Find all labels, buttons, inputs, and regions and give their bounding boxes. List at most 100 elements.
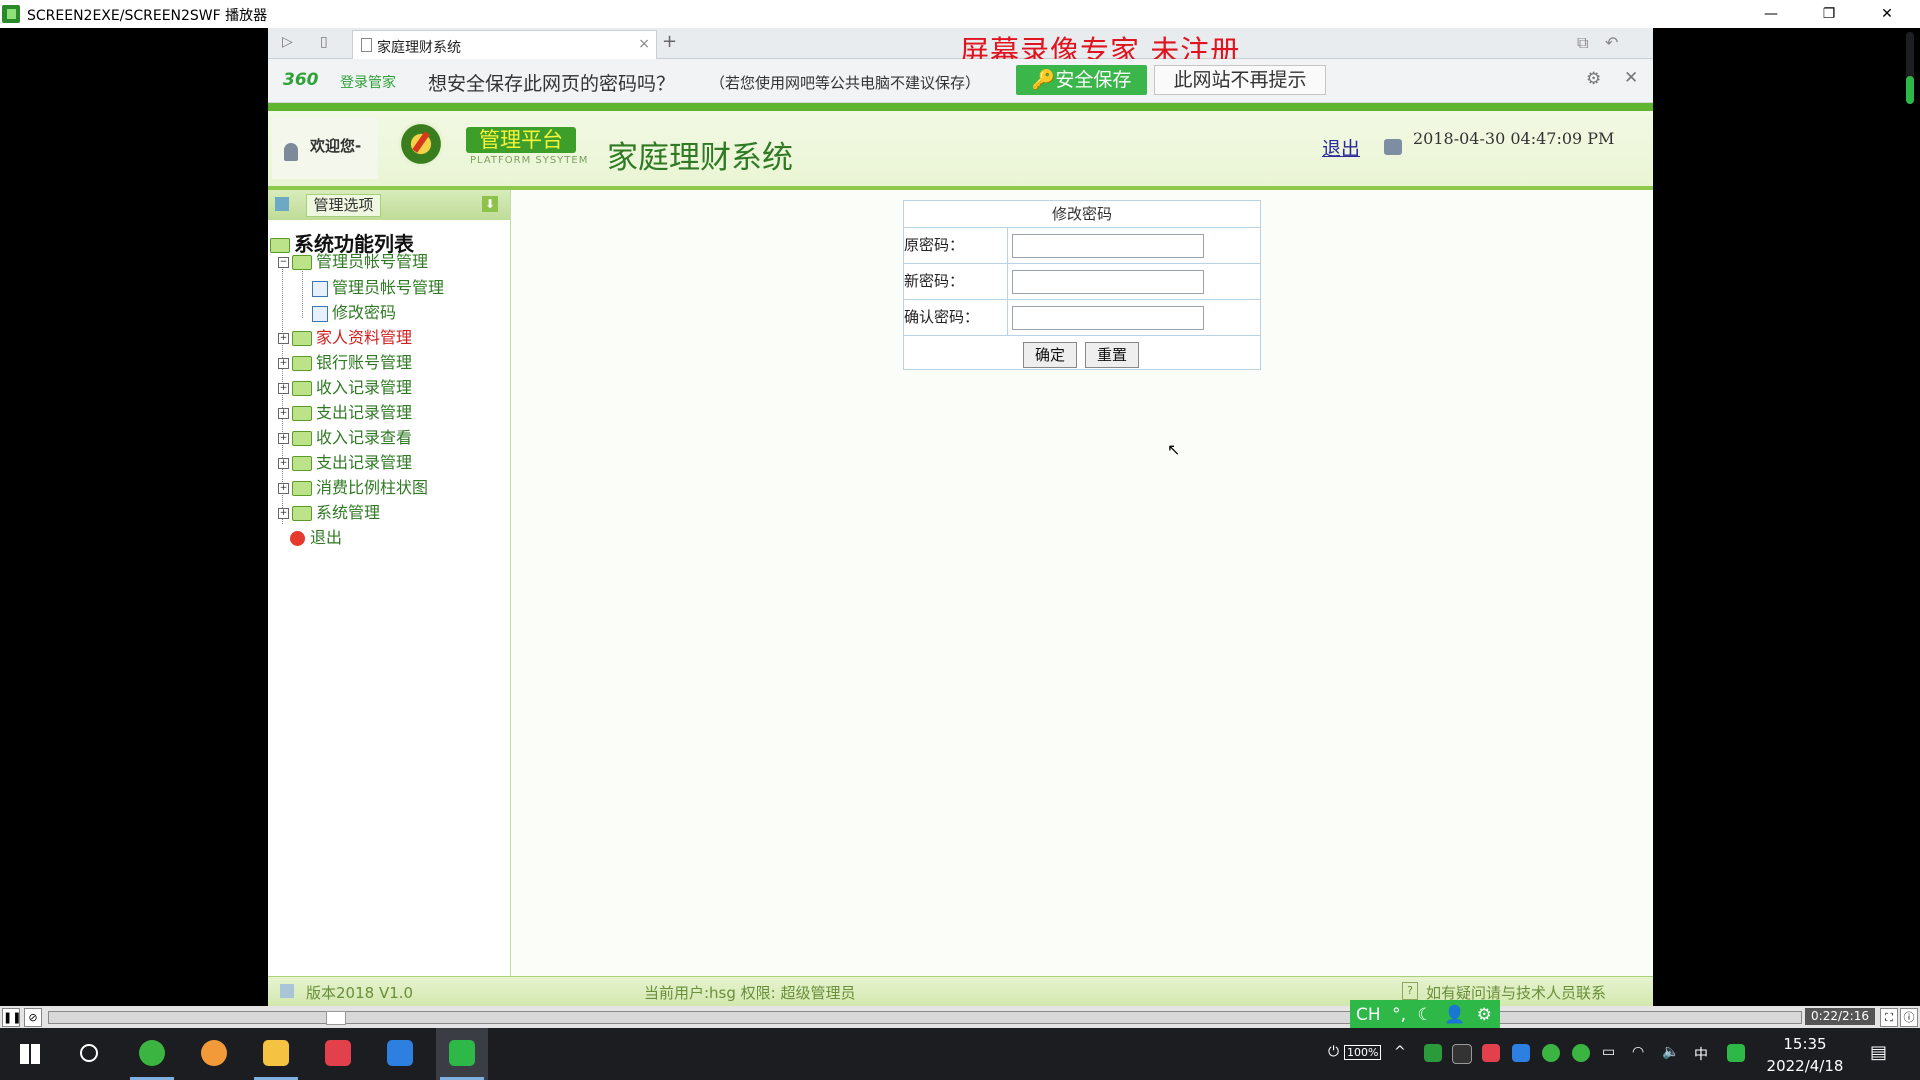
welcome-text: 欢迎您- — [310, 137, 362, 155]
form-buttons: 确定 重置 — [904, 336, 1260, 371]
sidebar-group-family[interactable]: + 家人资料管理 — [278, 324, 412, 348]
expand-icon[interactable]: + — [278, 508, 289, 519]
sidebar-item-admin-accounts[interactable]: 管理员帐号管理 — [312, 274, 444, 298]
sidebar-group-bank[interactable]: + 银行账号管理 — [278, 349, 412, 373]
sidebar-group-admin[interactable]: − 管理员帐号管理 — [278, 248, 428, 272]
taskbar-360-browser[interactable] — [126, 1028, 178, 1080]
sidebar-group-expense[interactable]: + 支出记录管理 — [278, 399, 412, 423]
sidebar-item-exit[interactable]: 退出 — [290, 524, 342, 548]
ime-toolbar[interactable]: CH °, ☾ 👤 ⚙ — [1350, 1000, 1500, 1030]
fit-screen-icon[interactable]: ⛶ — [1880, 1008, 1898, 1027]
options-icon — [275, 197, 289, 211]
sidebar-group-income-view[interactable]: + 收入记录查看 — [278, 424, 412, 448]
header-datetime: 2018-04-30 04:47:09 PM — [1413, 129, 1615, 148]
battery-icon[interactable]: ▭ — [1602, 1044, 1615, 1060]
power-icon — [290, 531, 305, 546]
safe-save-button[interactable]: 🔑安全保存 — [1016, 65, 1147, 95]
wifi-icon[interactable]: ◠ — [1632, 1044, 1644, 1060]
password-save-bar: 360 登录管家 想安全保存此网页的密码吗？ （若您使用网吧等公共电脑不建议保存… — [268, 59, 1653, 103]
user-icon[interactable]: 👤 — [1444, 1005, 1465, 1025]
plug-icon: ⏻ — [1328, 1044, 1340, 1060]
punctuation-icon[interactable]: °, — [1392, 1005, 1406, 1025]
taskbar-app-orange[interactable] — [188, 1028, 240, 1080]
taskbar-clock[interactable]: 15:35 2022/4/18 — [1760, 1033, 1850, 1077]
clock-date: 2022/4/18 — [1766, 1057, 1844, 1075]
seek-bar[interactable] — [48, 1011, 1802, 1025]
confirm-button[interactable]: 确定 — [1023, 342, 1077, 368]
browser-tab[interactable]: 家庭理财系统 × — [352, 30, 657, 59]
sogou-icon[interactable] — [1727, 1044, 1745, 1062]
ime-indicator[interactable]: 中 — [1694, 1044, 1708, 1064]
minimize-button[interactable]: — — [1748, 2, 1794, 26]
ime-lang[interactable]: CH — [1356, 1005, 1381, 1025]
current-user-text: 当前用户:hsg 权限: 超级管理员 — [644, 984, 856, 1002]
close-bar-icon[interactable]: ✕ — [1624, 68, 1638, 88]
sidebar-group-chart[interactable]: + 消费比例柱状图 — [278, 474, 428, 498]
sidebar-item-change-password[interactable]: 修改密码 — [312, 299, 396, 323]
expand-icon[interactable]: + — [278, 358, 289, 369]
player-scroll-indicator[interactable] — [1906, 32, 1914, 104]
taskbar-app-blue[interactable] — [374, 1028, 426, 1080]
info-icon[interactable]: ⓘ — [1900, 1008, 1918, 1027]
logout-link[interactable]: 退出 — [1322, 134, 1360, 161]
battery-indicator[interactable]: 100% — [1344, 1045, 1382, 1060]
options-label[interactable]: 管理选项 — [306, 194, 381, 217]
change-password-form: 修改密码 原密码： 新密码： 确认密码： 确定 重置 — [903, 200, 1261, 370]
expand-icon[interactable]: + — [278, 333, 289, 344]
stop-icon[interactable]: ⊘ — [24, 1008, 42, 1027]
show-hidden-icon[interactable]: ^ — [1394, 1044, 1406, 1060]
settings-gear-icon[interactable]: ⚙ — [1586, 69, 1601, 89]
system-title: 家庭理财系统 — [607, 140, 793, 176]
old-password-input[interactable] — [1012, 234, 1204, 258]
sidebar-group-income[interactable]: + 收入记录管理 — [278, 374, 412, 398]
start-button[interactable] — [4, 1028, 56, 1080]
close-button[interactable]: ✕ — [1864, 2, 1910, 26]
bookmark-icon[interactable]: ▯ — [320, 34, 328, 50]
moon-icon[interactable]: ☾ — [1417, 1005, 1432, 1025]
folder-icon — [263, 1040, 289, 1066]
search-button[interactable] — [62, 1028, 114, 1080]
pause-icon[interactable]: ❚❚ — [2, 1008, 21, 1027]
player-app-icon — [449, 1040, 475, 1066]
undo-icon[interactable]: ↶ — [1605, 33, 1618, 52]
volume-icon[interactable]: 🔈 — [1662, 1044, 1679, 1060]
new-password-input[interactable] — [1012, 270, 1204, 294]
taskbar-file-explorer[interactable] — [250, 1028, 302, 1080]
tray-app-icon[interactable] — [1424, 1044, 1442, 1062]
save-password-hint: （若您使用网吧等公共电脑不建议保存） — [710, 74, 981, 92]
taskbar-screen-player[interactable] — [436, 1028, 488, 1080]
never-prompt-button[interactable]: 此网站不再提示 — [1154, 65, 1326, 95]
restore-tab-icon[interactable]: ⧉ — [1577, 33, 1588, 53]
sidebar-toggle-icon[interactable]: ▷ — [282, 34, 293, 50]
confirm-password-input[interactable] — [1012, 306, 1204, 330]
sidebar-group-label: 管理员帐号管理 — [316, 252, 429, 271]
taskbar-app-red[interactable] — [312, 1028, 364, 1080]
collapse-icon[interactable]: − — [278, 257, 289, 268]
expand-icon[interactable]: + — [278, 433, 289, 444]
seek-thumb[interactable] — [326, 1011, 347, 1025]
wechat-icon[interactable] — [1542, 1044, 1560, 1062]
player-titlebar: SCREEN2EXE/SCREEN2SWF 播放器 — ❐ ✕ — [0, 0, 1920, 28]
collapse-arrow-icon[interactable]: ⬇ — [482, 196, 498, 212]
tab-close-icon[interactable]: × — [638, 36, 650, 52]
reset-button[interactable]: 重置 — [1085, 342, 1139, 368]
sidebar-item-label: 退出 — [310, 528, 343, 547]
platform-badge: 管理平台 — [466, 127, 576, 153]
qq-icon[interactable] — [1452, 1044, 1472, 1064]
expand-icon[interactable]: + — [278, 383, 289, 394]
tray-blue-icon[interactable] — [1512, 1044, 1530, 1062]
sidebar-group-label: 收入记录查看 — [316, 428, 413, 447]
settings-icon[interactable]: ⚙ — [1477, 1005, 1492, 1025]
tray-red-icon[interactable] — [1482, 1044, 1500, 1062]
sidebar-group-system[interactable]: + 系统管理 — [278, 499, 380, 523]
restore-button[interactable]: ❐ — [1806, 2, 1852, 26]
main-content: 修改密码 原密码： 新密码： 确认密码： 确定 重置 ↖ ☝ — [511, 190, 1653, 976]
form-row-new: 新密码： — [904, 264, 1260, 300]
notification-icon[interactable]: ▤ — [1870, 1042, 1887, 1063]
sidebar-group-expense-2[interactable]: + 支出记录管理 — [278, 449, 412, 473]
expand-icon[interactable]: + — [278, 483, 289, 494]
wechat-work-icon[interactable] — [1572, 1044, 1590, 1062]
new-tab-button[interactable]: + — [662, 31, 677, 52]
expand-icon[interactable]: + — [278, 458, 289, 469]
expand-icon[interactable]: + — [278, 408, 289, 419]
